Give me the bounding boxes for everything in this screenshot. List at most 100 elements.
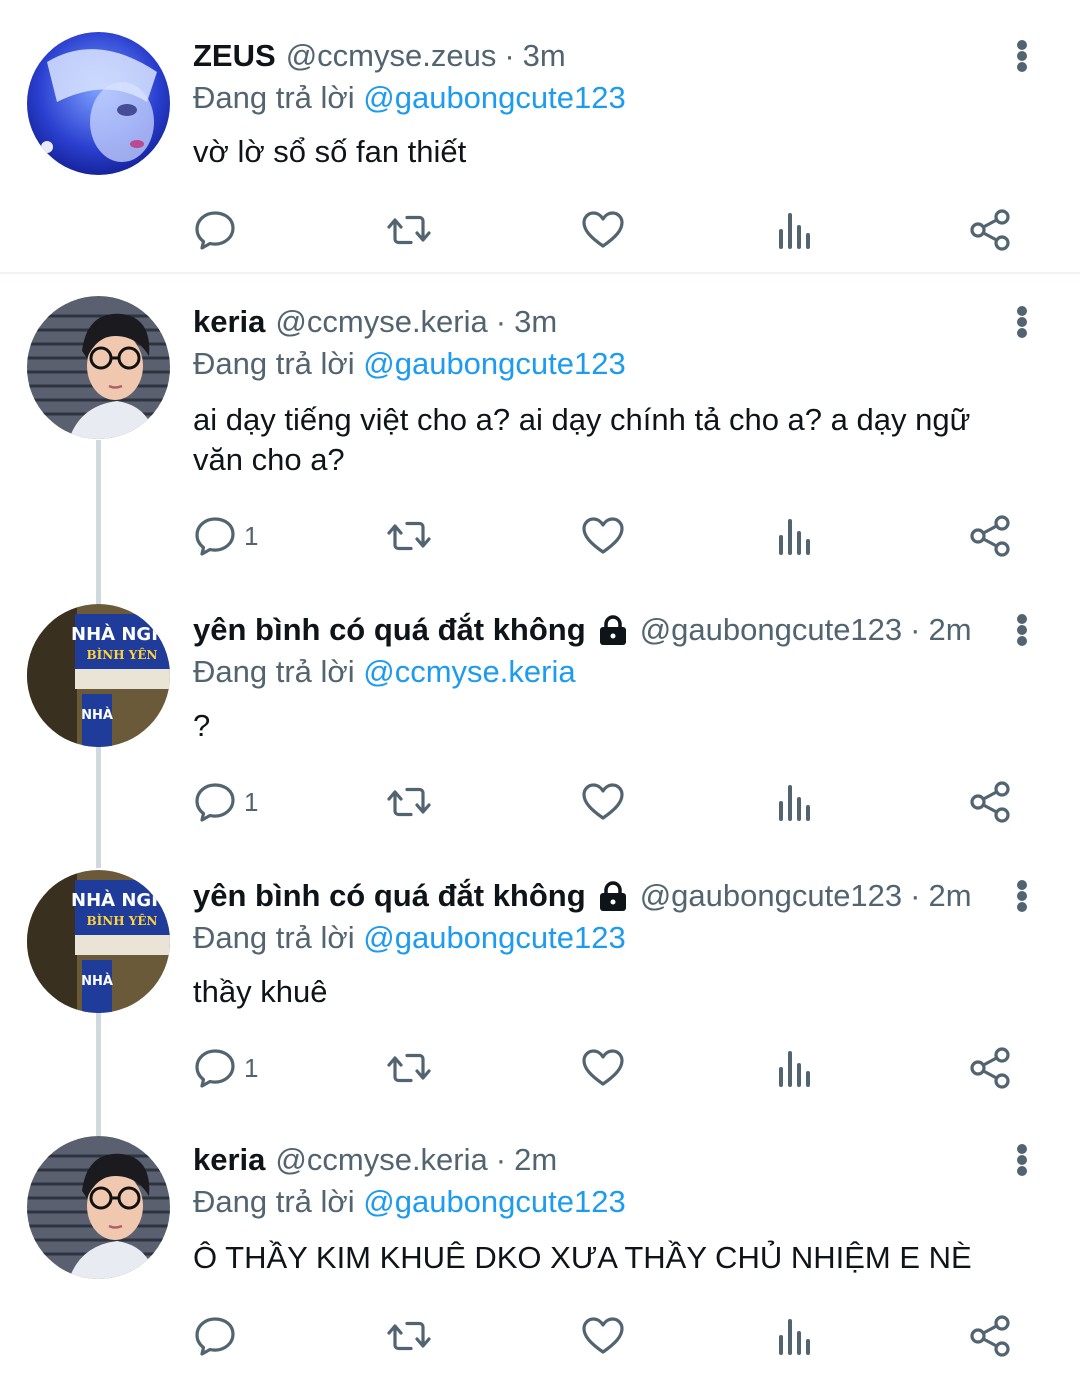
views-icon (779, 1051, 810, 1087)
heart-icon (582, 783, 624, 820)
avatar-image: NHÀ NGHỈ BÌNH YÊN NHÀ (27, 870, 170, 1013)
views-button[interactable] (774, 512, 820, 560)
tweet-text: Ô THẦY KIM KHUÊ DKO XƯA THẦY CHỦ NHIỆM E… (193, 1240, 972, 1275)
svg-text:NHÀ: NHÀ (81, 707, 113, 723)
more-vertical-icon[interactable] (1008, 302, 1036, 342)
retweet-button[interactable] (386, 1312, 432, 1360)
like-button[interactable] (580, 512, 626, 560)
views-icon (779, 785, 810, 821)
like-button[interactable] (580, 778, 626, 826)
share-icon (970, 1315, 1010, 1357)
action-bar: 1 (0, 778, 1080, 826)
timestamp[interactable]: 2m (929, 610, 972, 650)
tweet-text: thầy khuê (193, 974, 328, 1009)
retweet-button[interactable] (386, 206, 432, 254)
lock-icon (596, 879, 630, 913)
more-vertical-icon[interactable] (1008, 36, 1036, 76)
action-bar (0, 1312, 1080, 1360)
retweet-button[interactable] (386, 778, 432, 826)
reply-button[interactable]: 1 (192, 512, 258, 560)
reply-button[interactable]: 1 (192, 778, 258, 826)
display-name[interactable]: yên bình có quá đắt không (193, 876, 586, 916)
retweet-button[interactable] (386, 1044, 432, 1092)
views-icon (779, 519, 810, 555)
share-button[interactable] (968, 1312, 1014, 1360)
replying-mention[interactable]: @gaubongcute123 (363, 346, 625, 381)
tweet-text: ? (193, 708, 211, 743)
separator: · (910, 878, 921, 913)
retweet-icon (387, 1053, 431, 1083)
display-name[interactable]: keria (193, 302, 265, 342)
avatar[interactable] (27, 296, 170, 439)
like-button[interactable] (580, 1044, 626, 1092)
reply-button[interactable] (192, 1312, 244, 1360)
reply-count: 1 (244, 1052, 259, 1083)
display-name[interactable]: yên bình có quá đắt không (193, 610, 586, 650)
timestamp[interactable]: 2m (514, 1140, 557, 1180)
views-icon (779, 213, 810, 249)
svg-text:NHÀ NGHỈ: NHÀ NGHỈ (71, 622, 170, 645)
replying-mention[interactable]: @ccmyse.keria (363, 654, 575, 689)
user-handle[interactable]: @ccmyse.keria (275, 1140, 487, 1180)
views-button[interactable] (774, 778, 820, 826)
views-icon (779, 1319, 810, 1355)
heart-icon (582, 1317, 624, 1354)
action-bar: 1 (0, 512, 1080, 560)
tweet-text: vờ lờ sổ số fan thiết (193, 134, 467, 169)
user-handle[interactable]: @gaubongcute123 (640, 610, 902, 650)
replying-mention[interactable]: @gaubongcute123 (363, 920, 625, 955)
svg-text:BÌNH YÊN: BÌNH YÊN (87, 647, 158, 662)
avatar[interactable]: NHÀ NGHỈ BÌNH YÊN NHÀ (27, 870, 170, 1013)
user-handle[interactable]: @gaubongcute123 (640, 876, 902, 916)
retweet-icon (387, 215, 431, 245)
replying-prefix: Đang trả lời (193, 80, 355, 115)
replying-prefix: Đang trả lời (193, 346, 355, 381)
tweet-divider (0, 272, 1080, 274)
avatar-image (27, 1136, 170, 1279)
avatar[interactable] (27, 32, 170, 175)
action-bar: 1 (0, 1044, 1080, 1092)
replying-to: Đang trả lời @gaubongcute123 (193, 344, 626, 384)
reply-icon (195, 1049, 235, 1088)
share-button[interactable] (968, 512, 1014, 560)
heart-icon (582, 1049, 624, 1086)
avatar[interactable] (27, 1136, 170, 1279)
timestamp[interactable]: 2m (929, 876, 972, 916)
replying-mention[interactable]: @gaubongcute123 (363, 1184, 625, 1219)
separator: · (504, 38, 515, 73)
timestamp[interactable]: 3m (514, 302, 557, 342)
reply-count: 1 (244, 786, 259, 817)
user-handle[interactable]: @ccmyse.zeus (286, 36, 497, 76)
reply-icon (195, 517, 235, 556)
tweet-header: yên bình có quá đắt không @gaubongcute12… (193, 610, 972, 650)
reply-icon (195, 1317, 235, 1356)
views-button[interactable] (774, 206, 820, 254)
heart-icon (582, 211, 624, 248)
more-vertical-icon[interactable] (1008, 1140, 1036, 1180)
more-vertical-icon[interactable] (1008, 610, 1036, 650)
retweet-button[interactable] (386, 512, 432, 560)
reply-button[interactable] (192, 206, 244, 254)
replying-to: Đang trả lời @ccmyse.keria (193, 652, 576, 692)
retweet-icon (387, 1321, 431, 1351)
share-button[interactable] (968, 1044, 1014, 1092)
share-button[interactable] (968, 778, 1014, 826)
avatar[interactable]: NHÀ NGHỈ BÌNH YÊN NHÀ (27, 604, 170, 747)
user-handle[interactable]: @ccmyse.keria (275, 302, 487, 342)
more-vertical-icon[interactable] (1008, 876, 1036, 916)
like-button[interactable] (580, 206, 626, 254)
display-name[interactable]: ZEUS (193, 36, 276, 76)
replying-mention[interactable]: @gaubongcute123 (363, 80, 625, 115)
reply-icon (195, 211, 235, 250)
views-button[interactable] (774, 1044, 820, 1092)
like-button[interactable] (580, 1312, 626, 1360)
reply-button[interactable]: 1 (192, 1044, 258, 1092)
avatar-image (27, 32, 170, 175)
separator: · (495, 1142, 507, 1177)
replying-to: Đang trả lời @gaubongcute123 (193, 78, 626, 118)
share-button[interactable] (968, 206, 1014, 254)
retweet-icon (387, 787, 431, 817)
display-name[interactable]: keria (193, 1140, 265, 1180)
timestamp[interactable]: 3m (523, 36, 566, 76)
views-button[interactable] (774, 1312, 820, 1360)
